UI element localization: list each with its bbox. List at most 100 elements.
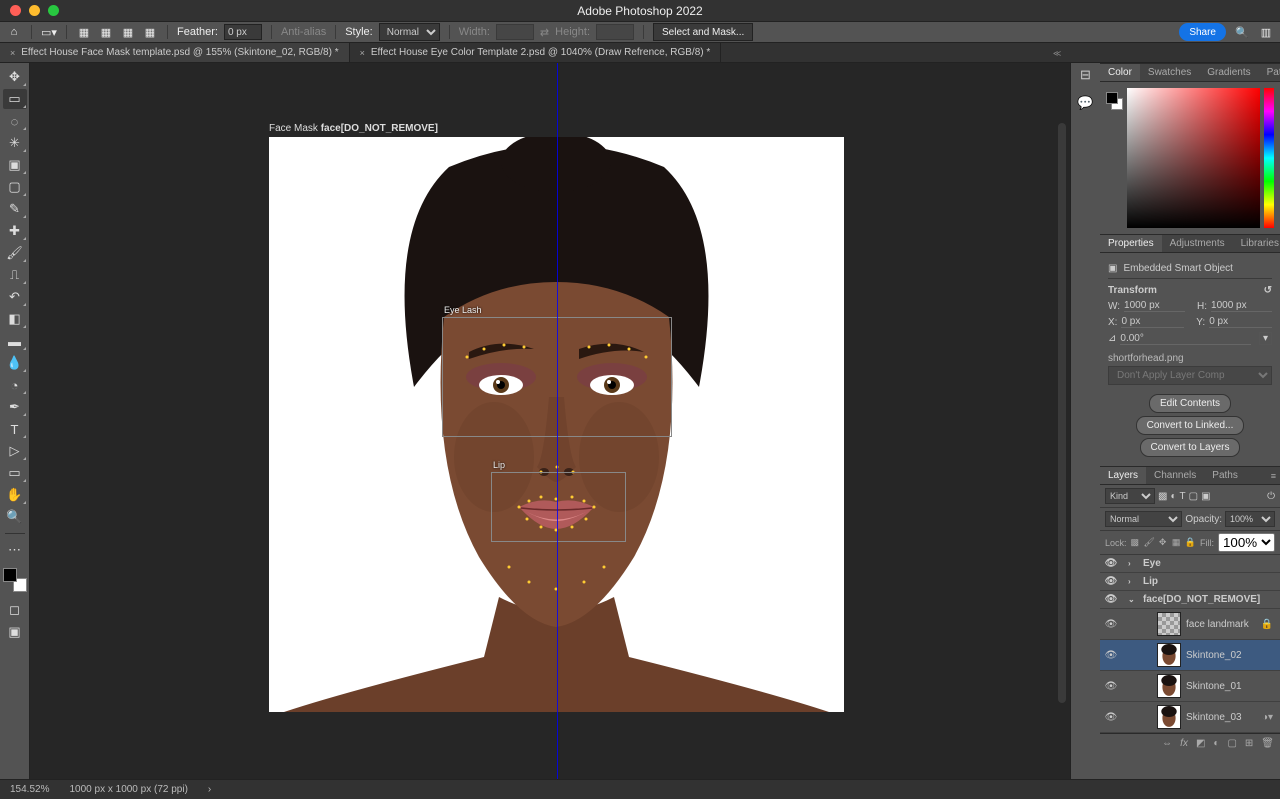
- lock-pos-icon[interactable]: ✥: [1159, 537, 1168, 549]
- tab-paths[interactable]: Paths: [1204, 467, 1246, 484]
- visibility-icon[interactable]: 👁: [1104, 650, 1118, 661]
- status-dims[interactable]: 1000 px x 1000 px (72 ppi): [69, 784, 187, 795]
- tab-swatches[interactable]: Swatches: [1140, 64, 1199, 81]
- crop-tool[interactable]: ▣: [3, 155, 27, 175]
- feather-input[interactable]: [224, 24, 262, 40]
- convert-linked-button[interactable]: Convert to Linked...: [1136, 416, 1245, 435]
- canvas-scrollbar[interactable]: [1058, 123, 1066, 703]
- gradient-tool[interactable]: ▬: [3, 331, 27, 351]
- new-selection-icon[interactable]: ▦: [76, 24, 92, 40]
- new-group-icon[interactable]: ▢: [1227, 738, 1236, 749]
- layer-Lip[interactable]: 👁›Lip: [1100, 573, 1280, 591]
- layers-panel-menu-icon[interactable]: ≡: [1267, 468, 1280, 484]
- stamp-tool[interactable]: ⎍: [3, 265, 27, 285]
- lock-paint-icon[interactable]: 🖌: [1143, 537, 1154, 549]
- shape-tool[interactable]: ▭: [3, 463, 27, 483]
- prop-x[interactable]: [1121, 316, 1184, 328]
- tab-color[interactable]: Color: [1100, 64, 1140, 81]
- share-button[interactable]: Share: [1179, 23, 1226, 41]
- layer-face-DO_NOT_REMOVE-[interactable]: 👁⌄face[DO_NOT_REMOVE]: [1100, 591, 1280, 609]
- pen-tool[interactable]: ✒: [3, 397, 27, 417]
- link-layers-icon[interactable]: ⇔: [1162, 738, 1172, 749]
- doc-tab-1[interactable]: ×Effect House Face Mask template.psd @ 1…: [0, 43, 350, 62]
- tab-gradients[interactable]: Gradients: [1199, 64, 1258, 81]
- new-layer-icon[interactable]: ⊞: [1245, 738, 1253, 749]
- subtract-selection-icon[interactable]: ▦: [120, 24, 136, 40]
- lasso-tool[interactable]: ◌: [3, 111, 27, 131]
- adjustment-layer-icon[interactable]: ◐: [1213, 738, 1219, 749]
- filter-adjust-icon[interactable]: ◐: [1170, 491, 1176, 502]
- tab-patterns[interactable]: Patterns: [1259, 64, 1280, 81]
- visibility-icon[interactable]: 👁: [1104, 619, 1118, 630]
- color-fgbg[interactable]: [1106, 92, 1123, 110]
- edit-toolbar-icon[interactable]: ⋯: [3, 540, 27, 560]
- home-icon[interactable]: ⌂: [6, 24, 22, 40]
- eyedropper-tool[interactable]: ✎: [3, 199, 27, 219]
- intersect-selection-icon[interactable]: ▦: [142, 24, 158, 40]
- brush-tool[interactable]: 🖌: [3, 243, 27, 263]
- tab-layers[interactable]: Layers: [1100, 467, 1146, 484]
- smart-filter-icon[interactable]: ◑▾: [1262, 712, 1276, 723]
- type-tool[interactable]: T: [3, 419, 27, 439]
- minimize-window[interactable]: [29, 5, 40, 16]
- heal-tool[interactable]: ✚: [3, 221, 27, 241]
- tab-adjustments[interactable]: Adjustments: [1162, 235, 1233, 252]
- filter-pixel-icon[interactable]: ▩: [1158, 491, 1167, 502]
- tab-properties[interactable]: Properties: [1100, 235, 1162, 252]
- tab-channels[interactable]: Channels: [1146, 467, 1204, 484]
- layer-face-landmark[interactable]: 👁face landmark🔒: [1100, 609, 1280, 640]
- visibility-icon[interactable]: 👁: [1104, 594, 1118, 605]
- layer-fx-icon[interactable]: fx: [1180, 738, 1188, 749]
- reset-transform-icon[interactable]: ↺: [1264, 285, 1272, 296]
- opacity-input[interactable]: 100%: [1225, 511, 1275, 527]
- filter-toggle-icon[interactable]: ⏻: [1267, 491, 1275, 502]
- layer-mask-icon[interactable]: ◩: [1196, 738, 1205, 749]
- layer-Skintone_03[interactable]: 👁Skintone_03◑▾: [1100, 702, 1280, 733]
- select-and-mask-button[interactable]: Select and Mask...: [653, 23, 753, 41]
- histogram-panel-icon[interactable]: ⊟: [1076, 67, 1096, 85]
- visibility-icon[interactable]: 👁: [1104, 558, 1118, 569]
- tab-libraries[interactable]: Libraries: [1233, 235, 1280, 252]
- prop-y[interactable]: [1209, 316, 1272, 328]
- vertical-guide[interactable]: [557, 63, 558, 779]
- edit-contents-button[interactable]: Edit Contents: [1149, 394, 1231, 413]
- layer-comp-select[interactable]: Don't Apply Layer Comp: [1108, 366, 1272, 385]
- frame-tool[interactable]: ▢: [3, 177, 27, 197]
- visibility-icon[interactable]: 👁: [1104, 681, 1118, 692]
- blend-mode[interactable]: Normal: [1105, 511, 1182, 527]
- dodge-tool[interactable]: ◔: [3, 375, 27, 395]
- search-icon[interactable]: 🔍: [1234, 24, 1250, 40]
- filter-shape-icon[interactable]: ▢: [1189, 491, 1198, 502]
- layer-Skintone_02[interactable]: 👁Skintone_02: [1100, 640, 1280, 671]
- quickmask-icon[interactable]: ◻: [3, 600, 27, 620]
- lock-trans-icon[interactable]: ▩: [1131, 537, 1140, 549]
- lock-nest-icon[interactable]: ▦: [1172, 537, 1181, 549]
- fill-input[interactable]: 100%: [1218, 533, 1275, 552]
- status-zoom[interactable]: 154.52%: [10, 784, 49, 795]
- status-chevron-icon[interactable]: ›: [208, 784, 211, 795]
- screenmode-icon[interactable]: ▣: [3, 622, 27, 642]
- prop-angle[interactable]: [1120, 333, 1251, 345]
- lock-all-icon[interactable]: 🔒: [1185, 537, 1196, 549]
- hand-tool[interactable]: ✋: [3, 485, 27, 505]
- style-select[interactable]: Normal: [379, 23, 440, 41]
- path-tool[interactable]: ▷: [3, 441, 27, 461]
- zoom-tool[interactable]: 🔍: [3, 507, 27, 527]
- workspace-icon[interactable]: ▥: [1258, 24, 1274, 40]
- maximize-window[interactable]: [48, 5, 59, 16]
- history-brush-tool[interactable]: ↶: [3, 287, 27, 307]
- delete-layer-icon[interactable]: 🗑: [1261, 738, 1274, 749]
- layer-filter[interactable]: Kind: [1105, 488, 1155, 504]
- layer-Eye[interactable]: 👁›Eye: [1100, 555, 1280, 573]
- flip-icon[interactable]: ▾: [1259, 332, 1272, 345]
- color-picker[interactable]: [1127, 88, 1260, 228]
- doc-tab-2[interactable]: ×Effect House Eye Color Template 2.psd @…: [350, 43, 722, 62]
- tool-preset-icon[interactable]: ▭▾: [41, 24, 57, 40]
- add-selection-icon[interactable]: ▦: [98, 24, 114, 40]
- marquee-tool[interactable]: ▭: [3, 89, 27, 109]
- layer-Skintone_01[interactable]: 👁Skintone_01: [1100, 671, 1280, 702]
- move-tool[interactable]: ✥: [3, 67, 27, 87]
- canvas[interactable]: Face Mask face[DO_NOT_REMOVE]: [30, 63, 1070, 779]
- wand-tool[interactable]: ✳: [3, 133, 27, 153]
- prop-h[interactable]: [1211, 300, 1272, 312]
